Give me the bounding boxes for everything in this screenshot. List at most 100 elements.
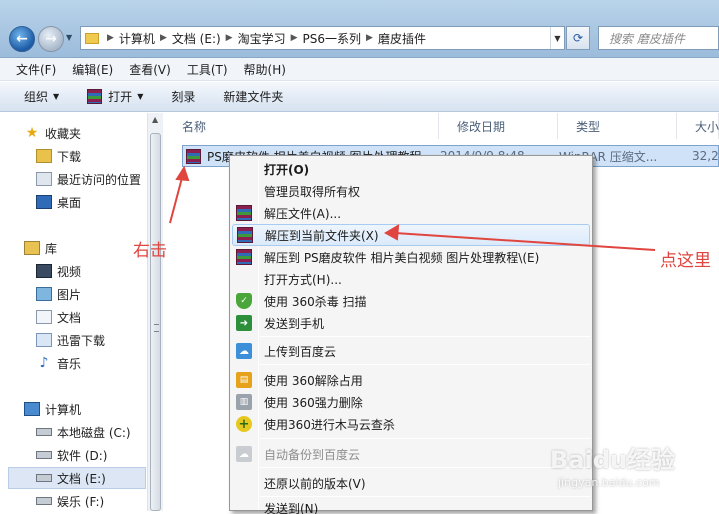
forward-arrow-icon: → — [45, 31, 57, 47]
menu-scan-360[interactable]: ✓ 使用 360杀毒 扫描 — [232, 290, 590, 312]
breadcrumb-current[interactable]: 磨皮插件 — [378, 30, 426, 47]
nav-computer[interactable]: 计算机 — [24, 398, 81, 420]
nav-libraries[interactable]: 库 — [24, 237, 57, 259]
menu-open[interactable]: 打开(O) — [232, 158, 590, 180]
menu-scan-360-label: 使用 360杀毒 扫描 — [264, 294, 367, 309]
winrar-icon — [236, 249, 252, 265]
unlock-icon: ▤ — [236, 372, 252, 388]
menu-send-to-phone-label: 发送到手机 — [264, 316, 325, 331]
breadcrumb-taobao[interactable]: 淘宝学习 — [238, 30, 286, 47]
organize-button[interactable]: 组织 ▼ — [24, 88, 59, 105]
navigation-scrollbar[interactable]: ▲ — [147, 113, 163, 511]
new-folder-label: 新建文件夹 — [223, 90, 284, 104]
winrar-icon — [236, 205, 252, 221]
menu-file[interactable]: 文件(F) — [16, 61, 56, 78]
menu-open-with[interactable]: 打开方式(H)... — [232, 268, 590, 290]
refresh-icon: ⟳ — [572, 31, 584, 45]
menu-take-ownership[interactable]: 管理员取得所有权 — [232, 180, 590, 202]
breadcrumb-drive-e[interactable]: 文档 (E:) — [172, 30, 221, 47]
nav-drive-e[interactable]: 文档 (E:) — [8, 467, 146, 489]
menu-unlock-360-label: 使用 360解除占用 — [264, 373, 363, 388]
column-header-size[interactable]: 大小 — [677, 113, 719, 139]
breadcrumb-computer[interactable]: 计算机 — [119, 30, 155, 47]
winrar-icon — [237, 227, 253, 243]
winrar-archive-icon — [186, 148, 201, 164]
menu-extract-to-folder[interactable]: 解压到 PS磨皮软件 相片美白视频 图片处理教程\(E) — [232, 246, 590, 268]
watermark-url: jingyan.baidu.com — [558, 476, 660, 489]
nav-videos[interactable]: 视频 — [36, 260, 81, 282]
nav-drive-f[interactable]: 娱乐 (F:) — [36, 490, 104, 512]
menu-tools[interactable]: 工具(T) — [187, 61, 228, 78]
menu-send-to-phone[interactable]: ➜ 发送到手机 — [232, 312, 590, 334]
nav-music-label: 音乐 — [57, 356, 82, 371]
thunder-download-icon — [36, 333, 52, 347]
column-header-date[interactable]: 修改日期 — [439, 113, 558, 139]
column-header-name[interactable]: 名称 — [164, 113, 439, 139]
chevron-right-icon[interactable]: ▶ — [286, 33, 303, 43]
document-library-icon — [36, 310, 52, 324]
menu-separator — [260, 467, 590, 468]
winrar-icon — [87, 89, 103, 104]
breadcrumb-ps6[interactable]: PS6一系列 — [303, 30, 362, 47]
nav-favorites[interactable]: ★ 收藏夹 — [24, 122, 81, 144]
menu-force-delete[interactable]: ▥ 使用 360强力删除 — [232, 391, 590, 413]
menu-upload-baidu[interactable]: ☁ 上传到百度云 — [232, 340, 590, 362]
nav-drive-c-label: 本地磁盘 (C:) — [57, 425, 131, 440]
open-label: 打开 — [108, 90, 133, 104]
new-folder-button[interactable]: 新建文件夹 — [223, 88, 283, 105]
cloud-upload-icon: ☁ — [236, 343, 252, 359]
refresh-button[interactable]: ⟳ — [566, 26, 590, 50]
nav-drive-d-label: 软件 (D:) — [57, 448, 108, 463]
nav-libraries-label: 库 — [45, 241, 58, 256]
nav-drive-c[interactable]: 本地磁盘 (C:) — [36, 421, 131, 443]
chevron-right-icon[interactable]: ▶ — [155, 33, 172, 43]
back-arrow-icon: ← — [16, 31, 28, 47]
scroll-up-icon[interactable]: ▲ — [152, 115, 158, 124]
menu-bar: 文件(F) 编辑(E) 查看(V) 工具(T) 帮助(H) — [0, 58, 719, 81]
phone-icon: ➜ — [236, 315, 252, 331]
recent-pages-dropdown[interactable]: ▼ — [66, 33, 72, 42]
menu-edit[interactable]: 编辑(E) — [72, 61, 113, 78]
computer-icon — [24, 402, 40, 416]
menu-send-to[interactable]: 发送到(N) — [232, 500, 590, 514]
menu-auto-backup: ☁ 自动备份到百度云 — [232, 443, 590, 465]
menu-separator — [260, 438, 590, 439]
download-folder-icon — [36, 149, 52, 163]
open-button[interactable]: 打开 ▼ — [87, 88, 143, 105]
menu-restore-versions[interactable]: 还原以前的版本(V) — [232, 472, 590, 494]
chevron-right-icon[interactable]: ▶ — [221, 33, 238, 43]
chevron-right-icon[interactable]: ▶ — [361, 33, 378, 43]
menu-help[interactable]: 帮助(H) — [244, 61, 286, 78]
menu-cloud-scan[interactable]: + 使用360进行木马云查杀 — [232, 413, 590, 435]
nav-pictures[interactable]: 图片 — [36, 283, 81, 305]
nav-drive-d[interactable]: 软件 (D:) — [36, 444, 107, 466]
nav-download[interactable]: 下载 — [36, 145, 81, 167]
chevron-down-icon[interactable]: ▼ — [550, 27, 564, 49]
nav-favorites-label: 收藏夹 — [45, 126, 82, 141]
nav-computer-label: 计算机 — [45, 402, 82, 417]
menu-extract-files[interactable]: 解压文件(A)... — [232, 202, 590, 224]
menu-view[interactable]: 查看(V) — [129, 61, 171, 78]
nav-music[interactable]: ♪ 音乐 — [36, 352, 81, 374]
chevron-right-icon[interactable]: ▶ — [102, 33, 119, 43]
nav-recent[interactable]: 最近访问的位置 — [36, 168, 141, 190]
annotation-right-click: 右击 — [133, 241, 167, 261]
menu-open-with-label: 打开方式(H)... — [264, 272, 342, 287]
search-input[interactable]: 搜索 磨皮插件 — [598, 26, 719, 50]
cloud-backup-icon: ☁ — [236, 446, 252, 462]
back-button[interactable]: ← — [9, 26, 35, 52]
column-type-label: 类型 — [576, 119, 601, 134]
column-name-label: 名称 — [182, 119, 207, 134]
address-bar[interactable]: ▶ 计算机 ▶ 文档 (E:) ▶ 淘宝学习 ▶ PS6一系列 ▶ 磨皮插件 ▼ — [80, 26, 565, 50]
forward-button[interactable]: → — [38, 26, 64, 52]
nav-thunder[interactable]: 迅雷下载 — [36, 329, 105, 351]
menu-unlock-360[interactable]: ▤ 使用 360解除占用 — [232, 369, 590, 391]
nav-documents[interactable]: 文档 — [36, 306, 81, 328]
scrollbar-thumb[interactable] — [150, 133, 161, 511]
menu-extract-here[interactable]: 解压到当前文件夹(X) — [232, 224, 590, 246]
burn-button[interactable]: 刻录 — [171, 88, 195, 105]
navigation-pane: ★ 收藏夹 下载 最近访问的位置 桌面 库 视频 图片 文档 迅雷下载 ♪ 音乐 计… — [0, 113, 147, 511]
system-drive-icon — [36, 428, 52, 436]
column-header-type[interactable]: 类型 — [558, 113, 677, 139]
nav-desktop[interactable]: 桌面 — [36, 191, 81, 213]
